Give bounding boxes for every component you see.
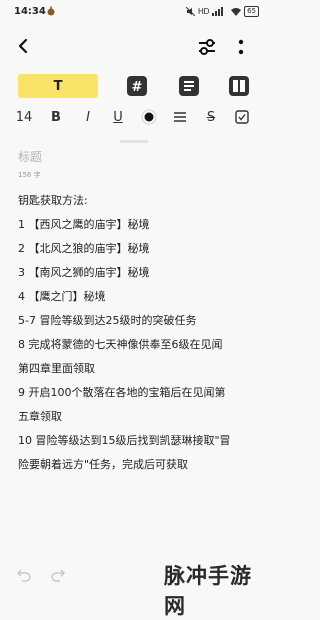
text-style-label: T [53,78,63,94]
mute-icon [185,7,195,16]
back-arrow-icon[interactable] [14,36,34,56]
status-indicators: HD 65 [185,6,259,17]
underline-button[interactable]: U [110,107,126,127]
body-line: 2 【北风之狼的庙宇】秘境 [18,242,150,255]
font-size-button[interactable]: 14 [16,107,33,127]
share-icon[interactable] [196,36,218,58]
app-notification-icon [47,6,55,16]
body-line: 8 完成将蒙德的七天神像供奉至6级在见闻 [18,338,223,351]
insert-toolbar: T # [0,72,269,102]
more-options-icon[interactable] [234,36,248,58]
character-count: 156 字 [18,171,41,179]
note-title-field[interactable]: 标题 [18,148,42,165]
italic-button[interactable]: I [80,107,96,127]
signal-icon [212,7,224,16]
body-line: 第四章里面领取 [18,362,95,375]
body-line: 钥匙获取方法: [18,194,88,207]
body-line: 3 【南风之狮的庙宇】秘境 [18,266,150,279]
checkbox-icon[interactable] [234,107,250,127]
format-toolbar: 14 B I U S [0,104,269,130]
body-line: 4 【鹰之门】秘境 [18,290,106,303]
redo-icon[interactable] [50,566,66,582]
color-picker-icon[interactable] [140,107,158,127]
undo-icon[interactable] [16,566,32,582]
body-line: 五章领取 [18,410,62,423]
align-icon[interactable] [172,107,188,127]
body-line: 10 冒险等级达到15级后找到凯瑟琳接取"冒 [18,434,231,447]
body-line: 9 开启100个散落在各地的宝箱后在见闻第 [18,386,226,399]
svg-text:#: # [132,80,143,95]
toolbar-divider [120,140,148,143]
status-time: 14:34 [14,6,46,17]
checklist-icon[interactable] [178,75,200,97]
network-label: HD [197,7,210,16]
top-bar [0,32,269,62]
hashtag-icon[interactable]: # [126,75,148,97]
battery-indicator: 65 [244,6,259,17]
body-line: 险要朝着远方"任务，完成后可获取 [18,458,189,471]
strikethrough-button[interactable]: S [203,107,219,127]
watermark: 脉冲手游网 [164,564,252,618]
body-line: 5-7 冒险等级到达25级时的突破任务 [18,314,197,327]
bottom-bar: 脉冲手游网 [0,560,269,618]
status-bar: 14:34 HD 65 [0,0,269,26]
body-line: 1 【西风之鹰的庙宇】秘境 [18,218,150,231]
bold-button[interactable]: B [48,107,64,127]
text-style-button[interactable]: T [18,74,98,98]
template-icon[interactable] [228,75,250,97]
note-body[interactable]: 钥匙获取方法: 1 【西风之鹰的庙宇】秘境 2 【北风之狼的庙宇】秘境 3 【南… [18,189,264,477]
wifi-icon [231,8,242,16]
